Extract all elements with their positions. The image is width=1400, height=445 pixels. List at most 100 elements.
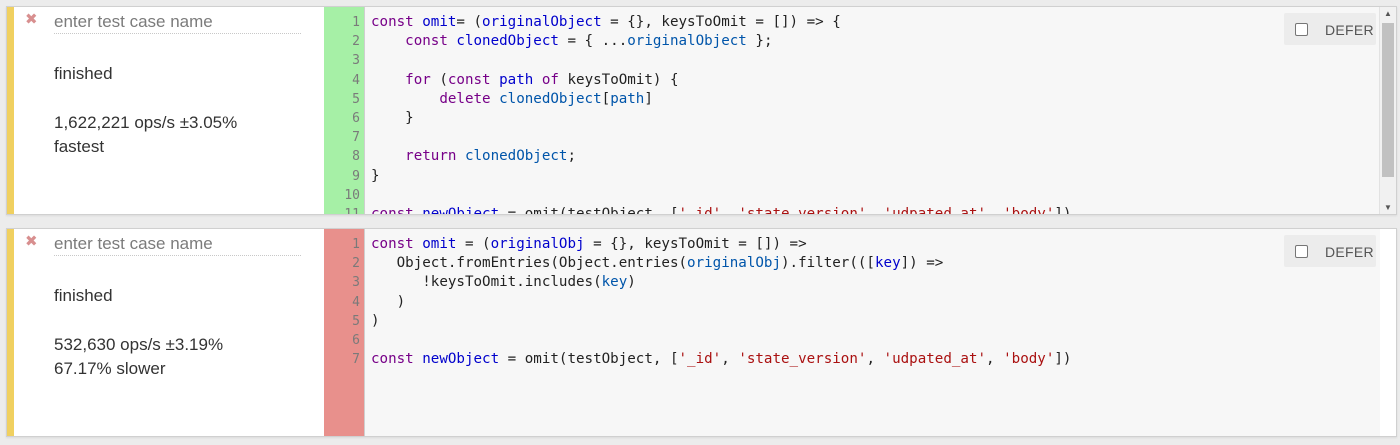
code-line: const omit = (originalObj = {}, keysToOm…: [371, 235, 1071, 254]
line-number: 9: [352, 168, 360, 184]
accent-bar: [7, 229, 14, 436]
code-token: const: [371, 14, 423, 30]
code-editor[interactable]: const omit= (originalObject = {}, keysTo…: [365, 7, 1380, 214]
code-token: ,: [866, 351, 884, 368]
line-number-gutter: 1 2 3 4 5 6 7: [324, 229, 365, 436]
code-token: '_id': [678, 351, 722, 368]
code-token: (: [439, 71, 448, 88]
test-case-panel: ✖ finished 1,622,221 ops/s ±3.05% fastes…: [6, 6, 1397, 215]
code-token: ]): [1054, 205, 1072, 214]
code-token: '_id': [678, 205, 722, 214]
code-token: clonedObject: [456, 33, 559, 50]
line-number: 4: [352, 294, 360, 310]
defer-label: DEFER: [1325, 22, 1374, 38]
code-line: const omit= (originalObject = {}, keysTo…: [371, 13, 1071, 32]
code-token: originalObj: [687, 255, 782, 272]
scroll-up-icon[interactable]: ▲: [1384, 9, 1392, 18]
code-token: = omit(testObject, [: [499, 205, 679, 214]
line-number: 3: [352, 275, 360, 291]
code-token: = (: [456, 14, 483, 30]
ops-per-second: 1,622,221 ops/s ±3.05%: [54, 113, 238, 132]
line-number: 10: [344, 187, 360, 203]
code-token: ,: [986, 351, 1004, 368]
line-number: 6: [352, 110, 360, 126]
code-token: = omit(testObject, [: [499, 351, 679, 368]
code-token: clonedObject: [499, 90, 602, 107]
code-token: = {}, keysToOmit = []) =>: [584, 236, 807, 252]
line-number: 2: [352, 34, 360, 50]
code-token: [: [601, 90, 611, 107]
code-token: const: [447, 71, 500, 88]
test-case-sidebar: ✖ finished 1,622,221 ops/s ±3.05% fastes…: [14, 7, 324, 214]
code-token: = (: [456, 236, 491, 252]
code-token: ): [371, 293, 406, 310]
code-token: 'state_version': [738, 205, 867, 214]
code-token: const: [371, 205, 423, 214]
line-number: 6: [352, 332, 360, 348]
defer-label: DEFER: [1325, 244, 1374, 260]
code-token: ): [371, 312, 380, 329]
code-line: }: [371, 109, 1071, 128]
code-line: for (const path of keysToOmit) {: [371, 71, 1071, 90]
code-token: 'udpated_at': [883, 205, 987, 214]
scrollbar-thumb[interactable]: [1382, 23, 1394, 177]
code-token: const: [371, 351, 423, 368]
code-token: path: [499, 71, 542, 88]
line-number: 4: [352, 72, 360, 88]
code-token: clonedObject: [464, 148, 568, 165]
code-token: ]: [644, 90, 653, 107]
code-token: ;: [567, 148, 577, 165]
code-token: }: [371, 167, 380, 184]
test-rank: fastest: [54, 137, 105, 156]
code-token: of: [541, 71, 568, 88]
line-number: 2: [352, 256, 360, 272]
code-token: 'udpated_at': [883, 351, 987, 368]
test-case-sidebar: ✖ finished 532,630 ops/s ±3.19% 67.17% s…: [14, 229, 324, 436]
test-status: finished: [54, 64, 113, 83]
defer-toggle[interactable]: DEFER: [1284, 13, 1376, 45]
code-token: ).filter(([: [781, 255, 875, 272]
code-editor[interactable]: const omit = ( originalObj = {}, keysToOm…: [365, 229, 1380, 436]
defer-checkbox[interactable]: [1295, 23, 1308, 36]
scroll-down-icon[interactable]: ▼: [1384, 203, 1392, 212]
code-token: const: [371, 236, 423, 252]
editor-scrollbar[interactable]: ▲ ▼: [1379, 7, 1396, 214]
test-name-input[interactable]: [54, 233, 301, 256]
test-case-panel: ✖ finished 532,630 ops/s ±3.19% 67.17% s…: [6, 228, 1397, 437]
code-line: Object.fromEntries(Object.entries(origin…: [371, 254, 1071, 273]
code-token: newObject: [422, 351, 500, 368]
code-token: ]): [1054, 351, 1072, 368]
test-name-input[interactable]: [54, 11, 301, 34]
code-token: ,: [721, 351, 739, 368]
code-token: omit: [422, 236, 457, 252]
line-number: 5: [352, 313, 360, 329]
defer-checkbox[interactable]: [1295, 245, 1308, 258]
line-number-gutter: 1 2 3 4 5 6 7 8 9 10 11: [324, 7, 365, 214]
accent-bar: [7, 7, 14, 214]
line-number: 8: [352, 149, 360, 165]
code-token: const: [405, 33, 457, 50]
code-token: key: [601, 274, 628, 291]
defer-toggle[interactable]: DEFER: [1284, 235, 1376, 267]
code-token: originalObject: [627, 33, 747, 50]
remove-test-icon[interactable]: ✖: [25, 12, 38, 27]
code-line: delete clonedObject[path]: [371, 90, 1071, 109]
remove-test-icon[interactable]: ✖: [25, 234, 38, 249]
code-token: };: [746, 33, 773, 50]
code-token: path: [610, 90, 645, 107]
line-number: 11: [324, 205, 364, 214]
code-token: = {}, keysToOmit = []) => {: [601, 14, 841, 30]
code-token: delete: [439, 90, 500, 107]
code-line: }: [371, 167, 1071, 186]
code-token: for: [405, 71, 440, 88]
line-number: 7: [352, 130, 360, 146]
code-token: }: [371, 109, 414, 126]
line-number: 1: [352, 15, 360, 30]
